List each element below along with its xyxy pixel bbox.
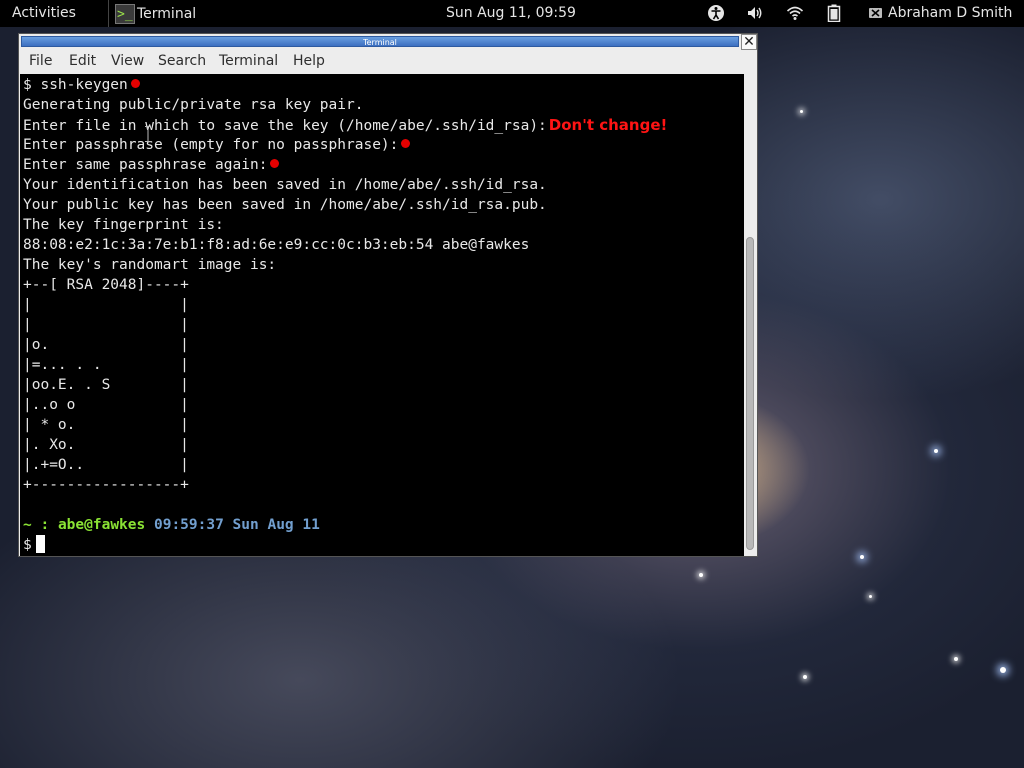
menu-search[interactable]: Search [158, 53, 206, 69]
randomart-line: +-----------------+ [23, 477, 189, 493]
activities-button[interactable]: Activities [12, 5, 76, 21]
terminal-line: The key's randomart image is: [23, 257, 277, 273]
terminal-line: Enter file in which to save the key (/ho… [23, 116, 668, 134]
terminal-app-icon: >_ [115, 3, 135, 24]
annotation-dont-change: Don't change! [548, 116, 668, 134]
red-marker-dot [130, 79, 140, 88]
terminal-screen[interactable]: $ ssh-keygen Generating public/private r… [20, 74, 744, 556]
star [860, 555, 864, 559]
randomart-line: |.+=O.. | [23, 457, 189, 473]
terminal-line: Generating public/private rsa key pair. [23, 97, 364, 113]
terminal-line: The key fingerprint is: [23, 217, 224, 233]
star [869, 595, 872, 598]
app-menu-terminal[interactable]: >_ Terminal [108, 0, 213, 27]
user-menu[interactable]: Abraham D Smith [888, 5, 1012, 21]
terminal-line: Your public key has been saved in /home/… [23, 197, 547, 213]
terminal-scrollbar[interactable] [744, 74, 757, 556]
user-status-icon[interactable] [868, 4, 884, 22]
randomart-line: |=... . . | [23, 357, 189, 373]
prompt-tilde: ~ : [23, 517, 50, 533]
prompt-time: 09:59:37 Sun Aug 11 [153, 517, 320, 533]
star [699, 573, 703, 577]
menu-bar: File Edit View Search Terminal Help [19, 50, 757, 74]
terminal-line: 88:08:e2:1c:3a:7e:b1:f8:ad:6e:e9:cc:0c:b… [23, 237, 530, 253]
star [954, 657, 958, 661]
randomart-line: | * o. | [23, 417, 189, 433]
shell-prompt: $ [23, 535, 45, 555]
terminal-window: Terminal ✕ File Edit View Search Termina… [18, 33, 758, 557]
randomart-line: | | [23, 317, 189, 333]
ibeam-cursor-icon [145, 126, 151, 142]
accessibility-icon[interactable] [707, 4, 725, 22]
menu-file[interactable]: File [29, 53, 52, 69]
randomart-line: |o. | [23, 337, 189, 353]
text-cursor [35, 535, 45, 553]
top-panel: Activities >_ Terminal Sun Aug 11, 09:59… [0, 0, 1024, 27]
shell-prompt-info: ~ : abe@fawkes 09:59:37 Sun Aug 11 [23, 515, 320, 535]
randomart-line: | | [23, 297, 189, 313]
terminal-line: Your identification has been saved in /h… [23, 177, 547, 193]
randomart-line: +--[ RSA 2048]----+ [23, 277, 189, 293]
terminal-line: Enter same passphrase again: [23, 155, 280, 175]
clock[interactable]: Sun Aug 11, 09:59 [446, 5, 576, 21]
terminal-line: $ ssh-keygen [23, 75, 140, 95]
menu-view[interactable]: View [111, 53, 144, 69]
volume-icon[interactable] [746, 4, 764, 22]
window-titlebar[interactable]: Terminal [21, 36, 739, 47]
star [803, 675, 807, 679]
app-menu-label: Terminal [137, 5, 197, 22]
prompt-user: abe@fawkes [57, 517, 146, 533]
menu-terminal[interactable]: Terminal [219, 53, 278, 69]
menu-help[interactable]: Help [293, 53, 325, 69]
randomart-line: |..o o | [23, 397, 189, 413]
menu-edit[interactable]: Edit [69, 53, 96, 69]
scrollbar-thumb[interactable] [746, 237, 754, 550]
battery-icon[interactable] [827, 4, 841, 23]
star [1000, 667, 1006, 673]
red-marker-dot [401, 139, 411, 148]
randomart-line: |oo.E. . S | [23, 377, 189, 393]
red-marker-dot [270, 159, 280, 168]
star [800, 110, 803, 113]
wifi-icon[interactable] [786, 4, 804, 22]
randomart-line: |. Xo. | [23, 437, 189, 453]
close-button[interactable]: ✕ [741, 34, 757, 50]
star [934, 449, 938, 453]
terminal-line: Enter passphrase (empty for no passphras… [23, 135, 411, 155]
